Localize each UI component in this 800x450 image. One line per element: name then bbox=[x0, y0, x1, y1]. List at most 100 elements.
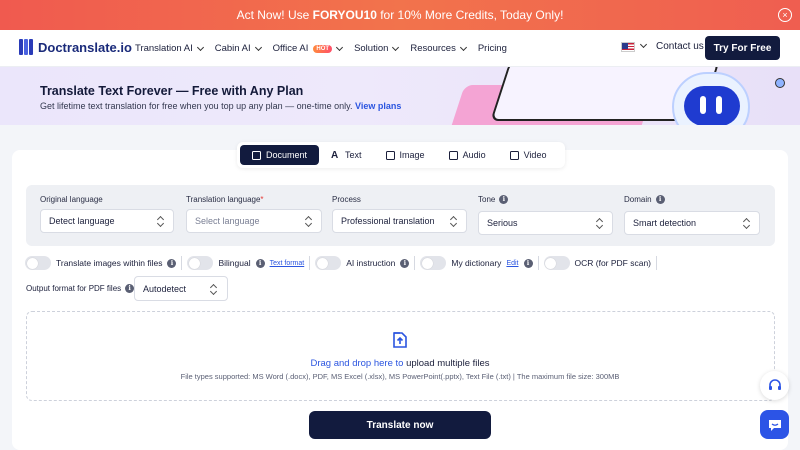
nav-item-translation-ai[interactable]: Translation AI bbox=[135, 43, 204, 54]
toggle-label: Bilingual bbox=[218, 258, 251, 268]
chevron-down-icon bbox=[459, 43, 467, 51]
toggle-label: AI instruction bbox=[346, 258, 396, 268]
headset-icon bbox=[768, 378, 781, 390]
promo-code: FORYOU10 bbox=[312, 8, 377, 22]
divider bbox=[181, 256, 183, 270]
tab-audio[interactable]: Audio bbox=[437, 145, 498, 165]
dropzone-rest: upload multiple files bbox=[403, 358, 490, 369]
info-icon[interactable]: i bbox=[125, 284, 135, 293]
video-icon bbox=[509, 150, 519, 160]
my-dictionary-toggle[interactable]: My dictionary Edit i bbox=[420, 256, 533, 270]
tab-label: Text bbox=[345, 150, 362, 160]
logo-icon bbox=[19, 39, 34, 55]
view-plans-link[interactable]: View plans bbox=[355, 101, 401, 111]
translate-now-button[interactable]: Translate now bbox=[309, 411, 491, 439]
document-icon bbox=[252, 150, 261, 160]
toggle-label: My dictionary bbox=[451, 258, 502, 268]
chat-icon bbox=[768, 419, 781, 431]
edit-dictionary-link[interactable]: Edit bbox=[506, 260, 518, 267]
promo-prefix: Act Now! Use bbox=[236, 8, 310, 22]
dropzone-instruction: Drag and drop here to upload multiple fi… bbox=[0, 358, 800, 369]
tab-text[interactable]: A Text bbox=[319, 145, 374, 165]
info-icon[interactable]: i bbox=[255, 258, 265, 268]
toggle-switch[interactable] bbox=[420, 256, 447, 270]
mode-tabs: Document A Text Image Audio Video bbox=[237, 142, 565, 168]
info-icon[interactable]: i bbox=[499, 195, 509, 204]
hero-banner: Translate Text Forever — Free with Any P… bbox=[0, 67, 800, 125]
contact-link[interactable]: Contact us bbox=[656, 41, 704, 52]
toggle-row: Translate images within files i Bilingual… bbox=[25, 255, 662, 271]
us-flag-icon[interactable] bbox=[621, 42, 635, 52]
pdf-output-select[interactable]: Autodetect bbox=[134, 276, 228, 301]
hero-title: Translate Text Forever — Free with Any P… bbox=[40, 84, 304, 98]
info-icon[interactable]: i bbox=[400, 258, 410, 268]
chevron-down-icon bbox=[254, 43, 262, 51]
nav-label: Solution bbox=[354, 43, 389, 54]
chevron-down-icon bbox=[336, 43, 344, 51]
audio-icon bbox=[448, 150, 458, 160]
nav-label: Pricing bbox=[477, 43, 507, 54]
hero-subtitle: Get lifetime text translation for free w… bbox=[40, 101, 401, 111]
hot-badge: HOT bbox=[313, 44, 333, 53]
try-for-free-button[interactable]: Try For Free bbox=[705, 36, 780, 60]
tab-label: Audio bbox=[462, 150, 486, 160]
options-panel: Original language Detect language Transl… bbox=[26, 185, 775, 246]
nav-label: Office AI bbox=[272, 43, 309, 54]
toggle-switch[interactable] bbox=[315, 256, 342, 270]
translate-images-toggle[interactable]: Translate images within files i bbox=[25, 256, 177, 270]
text-format-link[interactable]: Text format bbox=[270, 260, 305, 267]
nav-label: Resources bbox=[410, 43, 456, 54]
toggle-switch[interactable] bbox=[543, 256, 570, 270]
pdf-output-label: Output format for PDF files i bbox=[26, 284, 135, 293]
nav-label: Cabin AI bbox=[214, 43, 251, 54]
brand-logo[interactable]: Doctranslate.io bbox=[19, 39, 132, 55]
process-label: Process bbox=[332, 195, 361, 204]
support-chat-button[interactable] bbox=[760, 371, 789, 400]
divider bbox=[414, 256, 416, 270]
process-select[interactable]: Professional translation bbox=[332, 209, 467, 233]
info-icon[interactable]: i bbox=[523, 258, 533, 268]
original-language-select[interactable]: Detect language bbox=[40, 209, 174, 233]
file-dropzone[interactable] bbox=[26, 311, 775, 401]
tab-label: Video bbox=[523, 150, 547, 160]
info-icon[interactable]: i bbox=[167, 258, 177, 268]
tone-select[interactable]: Serious bbox=[478, 211, 613, 235]
robot-antenna-icon bbox=[775, 78, 785, 88]
text-icon: A bbox=[331, 149, 339, 161]
select-arrows-icon bbox=[744, 218, 750, 229]
messenger-button[interactable] bbox=[760, 410, 789, 439]
tab-label: Image bbox=[399, 150, 425, 160]
robot-mascot-icon bbox=[672, 72, 750, 125]
domain-label: Domain i bbox=[624, 195, 665, 204]
select-arrows-icon bbox=[211, 284, 217, 295]
nav-item-resources[interactable]: Resources bbox=[410, 43, 467, 54]
toggle-switch[interactable] bbox=[187, 256, 214, 270]
bilingual-toggle[interactable]: Bilingual i Text format bbox=[187, 256, 304, 270]
translation-language-select[interactable]: Select language bbox=[186, 209, 322, 233]
promo-suffix: for 10% More Credits, Today Only! bbox=[380, 8, 564, 22]
divider bbox=[309, 256, 311, 270]
ai-instruction-toggle[interactable]: AI instruction i bbox=[315, 256, 410, 270]
tab-label: Document bbox=[266, 150, 308, 160]
nav-item-cabin-ai[interactable]: Cabin AI bbox=[214, 43, 262, 54]
domain-select[interactable]: Smart detection bbox=[624, 211, 760, 235]
toggle-switch[interactable] bbox=[25, 256, 51, 270]
select-arrows-icon bbox=[597, 218, 603, 229]
nav-label: Translation AI bbox=[135, 43, 193, 54]
upload-icon[interactable] bbox=[390, 330, 410, 350]
nav-item-solution[interactable]: Solution bbox=[354, 43, 400, 54]
divider bbox=[537, 256, 539, 270]
promo-banner: Act Now! Use FORYOU10 for 10% More Credi… bbox=[0, 0, 800, 30]
dropzone-highlight[interactable]: Drag and drop here to bbox=[310, 358, 403, 369]
translation-language-label: Translation language * bbox=[186, 195, 264, 204]
close-icon[interactable]: × bbox=[778, 8, 792, 22]
supported-file-types: File types supported: MS Word (.docx), P… bbox=[180, 372, 620, 381]
ocr-toggle[interactable]: OCR (for PDF scan) bbox=[543, 256, 651, 270]
nav-item-pricing[interactable]: Pricing bbox=[478, 43, 507, 54]
info-icon[interactable]: i bbox=[655, 195, 665, 204]
tab-video[interactable]: Video bbox=[498, 145, 559, 165]
tab-document[interactable]: Document bbox=[240, 145, 320, 165]
original-language-label: Original language bbox=[40, 195, 103, 204]
nav-item-office-ai[interactable]: Office AI HOT bbox=[272, 43, 344, 54]
tab-image[interactable]: Image bbox=[374, 145, 437, 165]
